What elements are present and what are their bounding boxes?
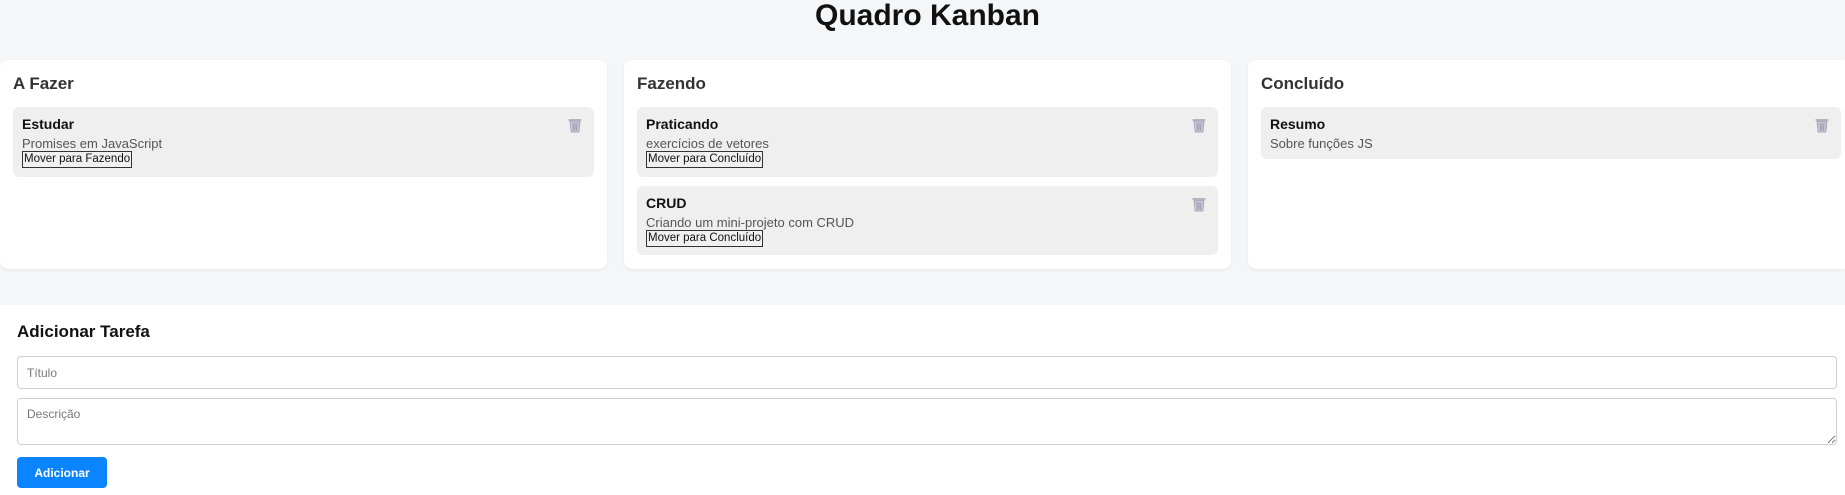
trash-icon[interactable] xyxy=(567,117,583,133)
column-title: Concluído xyxy=(1261,74,1345,93)
trash-icon[interactable] xyxy=(1191,196,1207,212)
task-description: Criando um mini-projeto com CRUD xyxy=(646,215,855,230)
move-to-fazendo-button[interactable]: Mover para Fazendo xyxy=(22,151,133,168)
form-title: Adicionar Tarefa xyxy=(17,322,150,341)
kanban-board: A Fazer Estudar Promises em JavaScript M… xyxy=(0,60,1845,270)
task-title: Estudar xyxy=(22,116,75,132)
task-title: CRUD xyxy=(646,195,687,211)
column-concluido: Concluído Resumo Sobre funções JS xyxy=(1248,60,1845,269)
add-task-button[interactable]: Adicionar xyxy=(17,457,107,488)
trash-icon[interactable] xyxy=(1191,117,1207,133)
task-card: Resumo Sobre funções JS xyxy=(1261,107,1841,159)
task-description: Sobre funções JS xyxy=(1270,136,1373,151)
move-to-concluido-button[interactable]: Mover para Concluído xyxy=(646,151,764,168)
task-description: Promises em JavaScript xyxy=(22,136,163,151)
add-task-form: Adicionar Tarefa Adicionar xyxy=(0,305,1845,495)
column-fazendo: Fazendo Praticando exercícios de vetores… xyxy=(624,60,1231,269)
task-card: Estudar Promises em JavaScript Mover par… xyxy=(13,107,594,177)
trash-icon[interactable] xyxy=(1814,117,1830,133)
move-to-concluido-button[interactable]: Mover para Concluído xyxy=(646,230,764,247)
task-card: CRUD Criando um mini-projeto com CRUD Mo… xyxy=(637,186,1218,255)
task-title: Resumo xyxy=(1270,116,1326,132)
page-title: Quadro Kanban xyxy=(814,0,1040,32)
column-title: Fazendo xyxy=(637,74,706,93)
task-description-input[interactable] xyxy=(17,398,1837,445)
task-description: exercícios de vetores xyxy=(646,136,769,151)
column-title: A Fazer xyxy=(13,74,74,93)
task-title: Praticando xyxy=(646,116,719,132)
column-a-fazer: A Fazer Estudar Promises em JavaScript M… xyxy=(0,60,607,269)
task-card: Praticando exercícios de vetores Mover p… xyxy=(637,107,1218,177)
task-title-input[interactable] xyxy=(17,356,1837,389)
